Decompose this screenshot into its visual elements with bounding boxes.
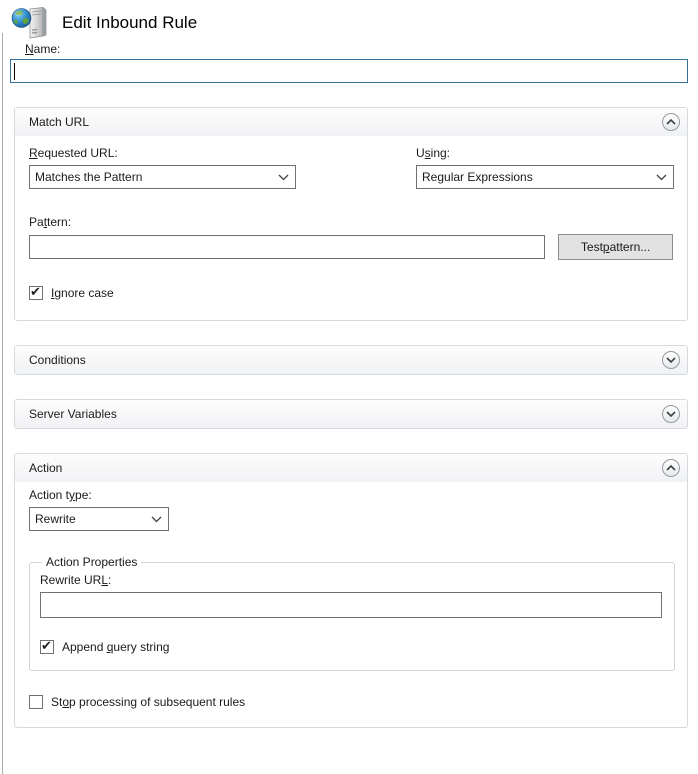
action-properties-title: Action Properties — [46, 555, 138, 569]
iis-site-icon — [10, 6, 50, 42]
section-title: Match URL — [29, 115, 90, 129]
rewrite-url-label: Rewrite URL: — [40, 573, 112, 587]
append-query-string-checkbox[interactable]: Append query string — [40, 638, 662, 654]
section-body-match-url: Requested URL: Matches the Pattern Using… — [15, 136, 687, 320]
action-properties-group: Action Properties Rewrite URL: Append qu… — [29, 555, 675, 671]
stop-processing-checkbox[interactable]: Stop processing of subsequent rules — [29, 695, 673, 709]
rewrite-url-input[interactable] — [40, 592, 662, 618]
dropdown-arrow-icon — [278, 174, 289, 181]
test-pattern-button[interactable]: Test p attern... — [558, 234, 673, 260]
ignore-case-label: Ignore case — [51, 286, 114, 300]
section-title: Action — [29, 461, 63, 475]
append-query-string-label: Append query string — [62, 640, 170, 654]
section-server-variables: Server Variables — [14, 399, 688, 429]
section-body-action: Action type: Rewrite Action Properties R… — [15, 482, 687, 727]
chevron-up-icon[interactable] — [662, 459, 680, 477]
requested-url-value: Matches the Pattern — [35, 170, 143, 184]
section-header-match-url[interactable]: Match URL — [15, 108, 687, 136]
page-title: Edit Inbound Rule — [62, 13, 198, 32]
chevron-up-icon[interactable] — [662, 113, 680, 131]
pattern-label: Pattern: — [29, 215, 72, 229]
section-header-server-variables[interactable]: Server Variables — [15, 400, 687, 428]
dropdown-arrow-icon — [656, 174, 667, 181]
checkbox-box[interactable] — [29, 695, 43, 709]
section-header-conditions[interactable]: Conditions — [15, 346, 687, 374]
section-header-action[interactable]: Action — [15, 454, 687, 482]
section-action: Action Action type: Rewrite Action Prope… — [14, 453, 688, 728]
text-caret — [14, 63, 15, 80]
container-edge-divider — [2, 33, 3, 774]
section-conditions: Conditions — [14, 345, 688, 375]
checkbox-box[interactable] — [40, 638, 54, 654]
using-dropdown[interactable]: Regular Expressions — [416, 165, 674, 189]
section-title: Conditions — [29, 353, 86, 367]
dropdown-arrow-icon — [151, 516, 162, 523]
action-type-value: Rewrite — [35, 512, 76, 526]
requested-url-label: Requested URL: — [29, 146, 118, 160]
section-match-url: Match URL Requested URL: Matches the Pat… — [14, 107, 688, 321]
section-title: Server Variables — [29, 407, 117, 421]
action-type-label: Action type: — [29, 488, 92, 502]
name-label: Name: — [25, 42, 61, 56]
pattern-input[interactable] — [29, 235, 546, 259]
stop-processing-label: Stop processing of subsequent rules — [51, 695, 246, 709]
requested-url-dropdown[interactable]: Matches the Pattern — [29, 165, 296, 189]
checkbox-box[interactable] — [29, 284, 43, 300]
using-value: Regular Expressions — [422, 170, 533, 184]
chevron-down-icon[interactable] — [662, 405, 680, 423]
chevron-down-icon[interactable] — [662, 351, 680, 369]
action-type-dropdown[interactable]: Rewrite — [29, 507, 169, 531]
ignore-case-checkbox[interactable]: Ignore case — [29, 284, 673, 300]
dialog-header: Edit Inbound Rule — [0, 0, 698, 42]
using-label: Using: — [416, 146, 451, 160]
name-input[interactable] — [10, 59, 688, 83]
